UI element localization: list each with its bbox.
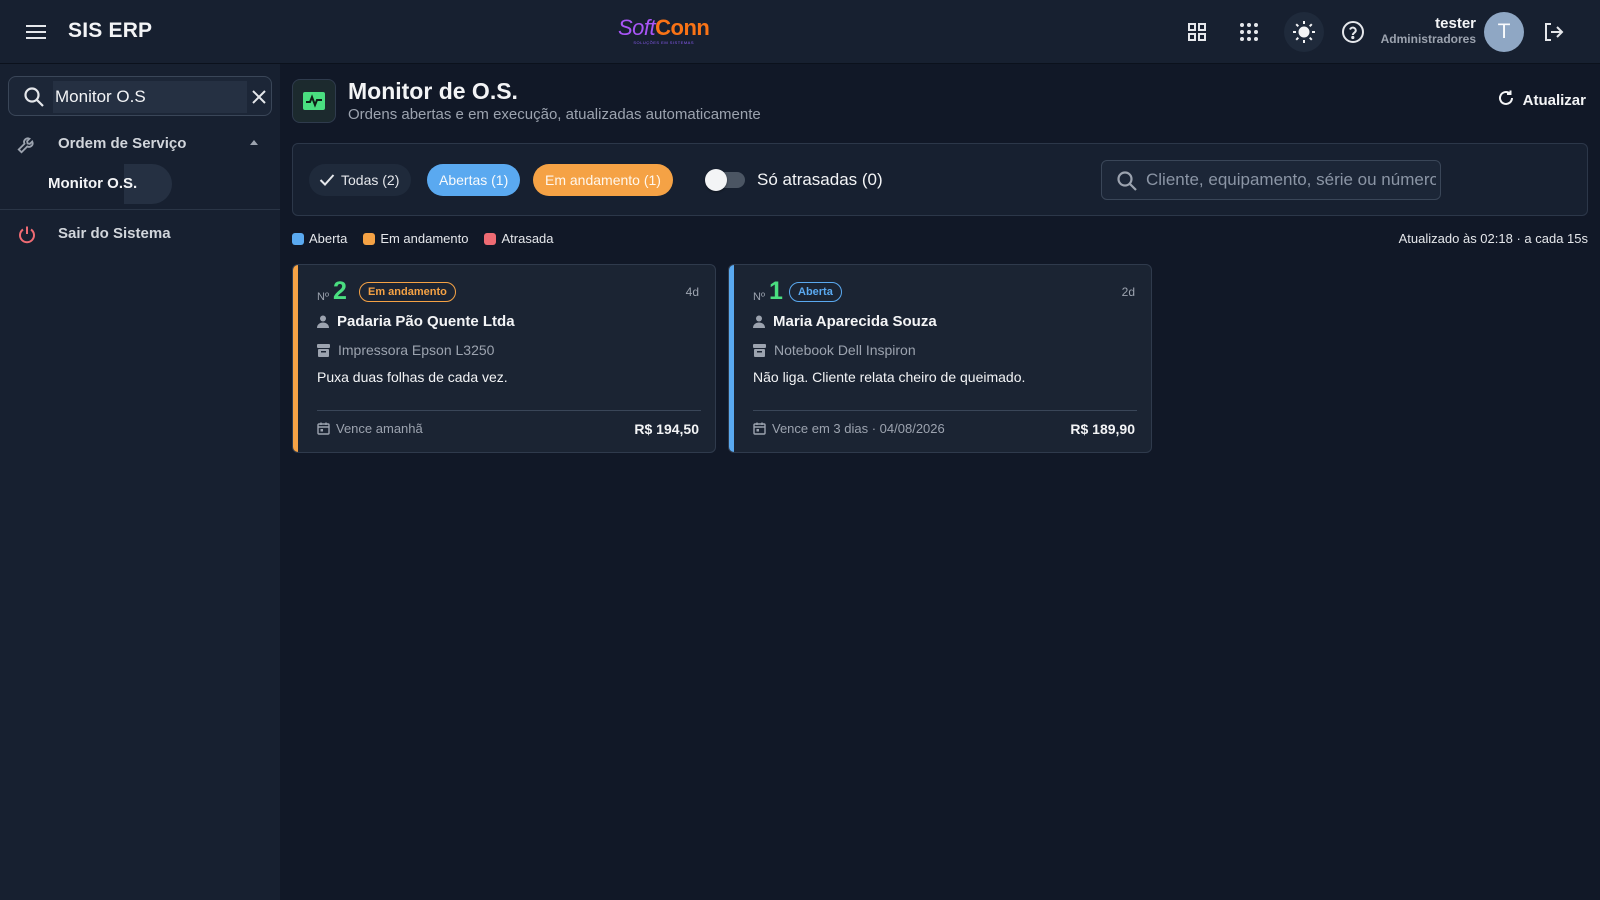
sidebar-item-label: Ordem de Serviço xyxy=(58,135,187,152)
person-icon xyxy=(317,315,329,328)
equipment-text: Notebook Dell Inspiron xyxy=(774,342,916,358)
legend-swatch xyxy=(363,232,376,245)
search-icon xyxy=(23,86,45,113)
order-search-input[interactable] xyxy=(1146,165,1436,195)
filter-chip-open[interactable]: Abertas (1) xyxy=(427,164,521,196)
order-number: 2 xyxy=(333,277,347,305)
order-description: Não liga. Cliente relata cheiro de queim… xyxy=(753,369,1026,385)
order-number: 1 xyxy=(769,277,783,305)
status-bar xyxy=(729,265,734,452)
wrench-icon xyxy=(16,133,38,160)
user-name: tester xyxy=(1435,15,1476,32)
sidebar-item-ordem-de-servico[interactable]: Ordem de Serviço xyxy=(0,126,280,162)
order-age: 4d xyxy=(685,285,699,299)
legend-label: Em andamento xyxy=(380,231,469,246)
equipment-text: Impressora Epson L3250 xyxy=(338,342,495,358)
client-name-text: Padaria Pão Quente Ltda xyxy=(337,313,515,330)
legend-item-in-progress: Em andamento xyxy=(363,231,468,246)
user-info[interactable]: tester Administradores xyxy=(1381,15,1476,47)
equipment: Notebook Dell Inspiron xyxy=(753,342,916,358)
order-price: R$ 194,50 xyxy=(634,421,699,437)
refresh-label: Atualizar xyxy=(1522,91,1586,109)
check-icon xyxy=(319,173,335,187)
legend-label: Atrasada xyxy=(501,231,554,246)
menu-icon[interactable] xyxy=(22,20,50,44)
logo-tagline: SOLUÇÕES EM SISTEMAS xyxy=(633,40,695,45)
updated-status: Atualizado às 02:18 · a cada 15s xyxy=(1398,231,1588,246)
page-subtitle: Ordens abertas e em execução, atualizada… xyxy=(348,106,761,123)
dashboard-icon[interactable] xyxy=(1181,16,1213,48)
help-icon[interactable] xyxy=(1337,16,1369,48)
logo-soft-text: Soft xyxy=(618,15,656,40)
card-divider xyxy=(753,410,1137,411)
status-legend: Aberta Em andamento Atrasada xyxy=(292,231,554,246)
order-price: R$ 189,90 xyxy=(1070,421,1135,437)
device-icon xyxy=(317,343,330,357)
sidebar-item-label: Monitor O.S. xyxy=(48,175,138,192)
avatar[interactable]: T xyxy=(1484,12,1524,52)
power-icon xyxy=(17,225,37,250)
due-date: Vence em 3 dias · 04/08/2026 xyxy=(753,421,945,436)
status-bar xyxy=(293,265,298,452)
search-icon xyxy=(1116,170,1138,197)
order-number-label: Nº xyxy=(317,291,329,303)
legend-label: Aberta xyxy=(309,231,348,246)
calendar-icon xyxy=(753,422,766,435)
due-date: Vence amanhã xyxy=(317,421,423,436)
order-card[interactable]: Nº 2 Em andamento 4d Padaria Pão Quente … xyxy=(292,264,716,453)
app-title: SIS ERP xyxy=(68,19,153,42)
page-title: Monitor de O.S. xyxy=(348,78,518,104)
toggle-knob xyxy=(705,169,727,191)
client-name: Padaria Pão Quente Ltda xyxy=(317,313,515,330)
refresh-button[interactable]: Atualizar xyxy=(1497,86,1586,114)
equipment: Impressora Epson L3250 xyxy=(317,342,494,358)
due-date-text: Vence amanhã xyxy=(336,421,423,436)
card-divider xyxy=(317,410,701,411)
caret-up-icon xyxy=(250,140,258,145)
apps-grid-icon[interactable] xyxy=(1233,16,1265,48)
monitor-pulse-icon xyxy=(292,79,336,123)
status-badge: Em andamento xyxy=(359,282,456,302)
order-number-label: Nº xyxy=(753,291,765,303)
legend-item-late: Atrasada xyxy=(484,231,554,246)
sidebar-item-sair[interactable]: Sair do Sistema xyxy=(0,216,280,252)
legend-swatch xyxy=(484,232,497,245)
sun-icon[interactable] xyxy=(1284,12,1324,52)
sidebar-item-monitor-os[interactable]: Monitor O.S. xyxy=(34,164,172,204)
status-badge: Aberta xyxy=(789,282,842,302)
close-icon[interactable] xyxy=(247,85,271,109)
person-icon xyxy=(753,315,765,328)
device-icon xyxy=(753,343,766,357)
legend-item-open: Aberta xyxy=(292,231,347,246)
filter-chip-label: Todas (2) xyxy=(341,172,400,188)
client-name: Maria Aparecida Souza xyxy=(753,313,937,330)
logout-icon[interactable] xyxy=(1537,16,1569,48)
sidebar-divider xyxy=(0,209,280,210)
legend-swatch xyxy=(292,232,304,245)
filter-chip-in-progress[interactable]: Em andamento (1) xyxy=(533,164,673,196)
softconn-logo: SoftConn SOLUÇÕES EM SISTEMAS xyxy=(618,15,710,48)
user-role: Administradores xyxy=(1380,32,1476,46)
top-bar: SIS ERP SoftConn SOLUÇÕES EM SISTEMAS te… xyxy=(0,0,1600,64)
late-only-toggle[interactable] xyxy=(705,169,745,191)
refresh-icon xyxy=(1497,89,1515,112)
due-date-text: Vence em 3 dias · 04/08/2026 xyxy=(772,421,945,436)
sidebar-search xyxy=(8,76,272,116)
order-description: Puxa duas folhas de cada vez. xyxy=(317,369,508,385)
sidebar-search-input[interactable] xyxy=(53,81,247,113)
sidebar: Ordem de Serviço Monitor O.S. Sair do Si… xyxy=(0,64,280,900)
order-card[interactable]: Nº 1 Aberta 2d Maria Aparecida Souza Not… xyxy=(728,264,1152,453)
filter-bar: Todas (2) Abertas (1) Em andamento (1) S… xyxy=(292,143,1588,216)
late-only-label: Só atrasadas (0) xyxy=(757,170,883,189)
logo-conn-text: Conn xyxy=(655,15,710,40)
order-search xyxy=(1101,160,1441,200)
main-content: Monitor de O.S. Ordens abertas e em exec… xyxy=(280,64,1600,900)
order-age: 2d xyxy=(1121,285,1135,299)
client-name-text: Maria Aparecida Souza xyxy=(773,313,937,330)
calendar-icon xyxy=(317,422,330,435)
filter-chip-all[interactable]: Todas (2) xyxy=(309,164,412,196)
sidebar-item-label: Sair do Sistema xyxy=(58,225,171,242)
